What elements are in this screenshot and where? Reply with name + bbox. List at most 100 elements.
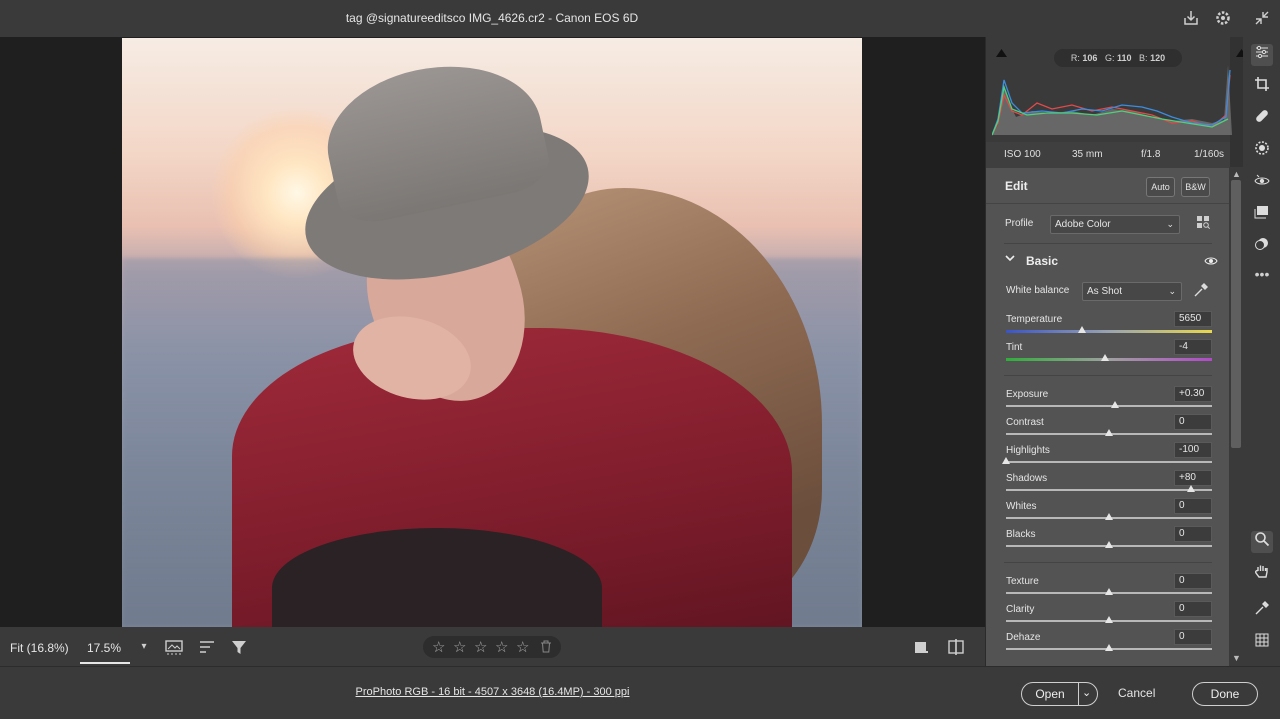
whites-value-field[interactable]: 0: [1174, 498, 1212, 514]
hand-icon[interactable]: [1251, 563, 1273, 585]
collapse-icon[interactable]: [1253, 9, 1271, 27]
profile-browser-icon[interactable]: [1192, 214, 1214, 236]
star-3-icon[interactable]: ☆: [474, 638, 487, 656]
exposure-slider[interactable]: Exposure +0.30: [1006, 386, 1212, 417]
photo-preview[interactable]: [122, 38, 862, 627]
eyedropper-icon[interactable]: [1193, 282, 1209, 303]
contrast-thumb[interactable]: [1105, 429, 1113, 436]
bw-button[interactable]: B&W: [1181, 177, 1210, 197]
temperature-thumb[interactable]: [1078, 326, 1087, 333]
panel-scrollbar[interactable]: ▲ ▼: [1229, 167, 1243, 666]
healing-icon[interactable]: [1251, 108, 1273, 130]
open-button[interactable]: Open ⌄: [1021, 682, 1098, 706]
tint-track[interactable]: [1006, 358, 1212, 361]
dehaze-thumb[interactable]: [1105, 644, 1113, 651]
blacks-value-field[interactable]: 0: [1174, 526, 1212, 542]
profile-dropdown[interactable]: Adobe Color ⌄: [1050, 215, 1180, 234]
temperature-value-field[interactable]: 5650: [1174, 311, 1212, 327]
profile-value: Adobe Color: [1055, 219, 1111, 230]
highlights-label: Highlights: [1006, 445, 1050, 456]
tint-slider[interactable]: Tint -4: [1006, 339, 1212, 370]
whites-slider[interactable]: Whites 0: [1006, 498, 1212, 529]
texture-slider[interactable]: Texture 0: [1006, 573, 1212, 604]
blacks-thumb[interactable]: [1105, 541, 1113, 548]
exposure-thumb[interactable]: [1111, 401, 1120, 408]
filmstrip-icon[interactable]: [164, 637, 184, 657]
clarity-thumb[interactable]: [1105, 616, 1113, 623]
sort-icon[interactable]: [197, 637, 217, 657]
dehaze-label: Dehaze: [1006, 632, 1041, 643]
redeye-icon[interactable]: [1251, 172, 1273, 194]
star-1-icon[interactable]: ☆: [432, 638, 445, 656]
blacks-label: Blacks: [1006, 529, 1036, 540]
before-after-split-icon[interactable]: [946, 637, 966, 657]
before-after-single-icon[interactable]: [911, 637, 931, 657]
fit-zoom-option[interactable]: Fit (16.8%): [10, 641, 69, 655]
visibility-eye-icon[interactable]: [1204, 254, 1218, 272]
chevron-down-icon: [1004, 252, 1016, 267]
shadows-thumb[interactable]: [1187, 485, 1196, 492]
exif-info: ISO 100 35 mm f/1.8 1/160s: [986, 142, 1230, 168]
chevron-down-icon[interactable]: ⌄: [1082, 686, 1091, 699]
highlights-track[interactable]: [1006, 461, 1212, 463]
whites-thumb[interactable]: [1105, 513, 1113, 520]
done-button[interactable]: Done: [1192, 682, 1258, 706]
auto-button[interactable]: Auto: [1146, 177, 1175, 197]
highlights-value-field[interactable]: -100: [1174, 442, 1212, 458]
color-sampler-icon[interactable]: [1251, 600, 1273, 622]
contrast-slider[interactable]: Contrast 0: [1006, 414, 1212, 445]
save-icon[interactable]: [1182, 9, 1200, 27]
white-balance-dropdown[interactable]: As Shot ⌄: [1082, 282, 1182, 301]
blacks-slider[interactable]: Blacks 0: [1006, 526, 1212, 557]
contrast-value-field[interactable]: 0: [1174, 414, 1212, 430]
white-balance-value: As Shot: [1087, 286, 1123, 297]
texture-thumb[interactable]: [1105, 588, 1113, 595]
shadows-slider[interactable]: Shadows +80: [1006, 470, 1212, 501]
chevron-down-icon[interactable]: ▾: [134, 637, 154, 657]
tint-value-field[interactable]: -4: [1174, 339, 1212, 355]
dehaze-slider[interactable]: Dehaze 0: [1006, 629, 1212, 660]
exif-focal: 35 mm: [1072, 149, 1103, 160]
cancel-button[interactable]: Cancel: [1118, 686, 1155, 700]
scrollbar-thumb[interactable]: [1231, 180, 1241, 448]
presets-icon[interactable]: [1251, 236, 1273, 258]
temperature-slider[interactable]: Temperature 5650: [1006, 311, 1212, 342]
clarity-slider[interactable]: Clarity 0: [1006, 601, 1212, 632]
shadows-track[interactable]: [1006, 489, 1212, 491]
workflow-options-link[interactable]: ProPhoto RGB - 16 bit - 4507 x 3648 (16.…: [0, 686, 985, 698]
edit-sliders-icon[interactable]: [1251, 44, 1273, 66]
temperature-label: Temperature: [1006, 314, 1063, 325]
zoom-value[interactable]: 17.5%: [87, 641, 121, 655]
shadows-value-field[interactable]: +80: [1174, 470, 1212, 486]
exposure-value-field[interactable]: +0.30: [1174, 386, 1212, 402]
highlights-slider[interactable]: Highlights -100: [1002, 442, 1212, 473]
exif-iso: ISO 100: [1004, 149, 1041, 160]
exif-aperture: f/1.8: [1141, 149, 1161, 160]
scroll-up-icon[interactable]: ▲: [1232, 169, 1241, 179]
more-icon[interactable]: •••: [1251, 263, 1273, 285]
basic-section-header[interactable]: Basic: [986, 245, 1230, 275]
crop-icon[interactable]: [1251, 76, 1273, 98]
temperature-track[interactable]: [1006, 330, 1212, 333]
open-label: Open: [1035, 687, 1065, 701]
gear-icon[interactable]: [1214, 9, 1232, 27]
rating-stars: ☆ ☆ ☆ ☆ ☆: [423, 636, 561, 658]
snapshots-icon[interactable]: [1251, 204, 1273, 226]
tint-thumb[interactable]: [1100, 354, 1109, 361]
highlights-thumb[interactable]: [1002, 457, 1010, 464]
scroll-down-icon[interactable]: ▼: [1232, 653, 1241, 663]
exposure-track[interactable]: [1006, 405, 1212, 407]
star-4-icon[interactable]: ☆: [495, 638, 508, 656]
filter-icon[interactable]: [229, 637, 249, 657]
star-5-icon[interactable]: ☆: [516, 638, 529, 656]
dehaze-value-field[interactable]: 0: [1174, 629, 1212, 645]
grid-icon[interactable]: [1251, 632, 1273, 654]
texture-value-field[interactable]: 0: [1174, 573, 1212, 589]
zoom-icon[interactable]: [1251, 531, 1273, 553]
window-title: tag @signatureeditsco IMG_4626.cr2 - Can…: [345, 11, 639, 25]
mask-icon[interactable]: [1251, 140, 1273, 162]
star-2-icon[interactable]: ☆: [453, 638, 466, 656]
clarity-value-field[interactable]: 0: [1174, 601, 1212, 617]
basic-title: Basic: [1026, 254, 1059, 268]
trash-icon[interactable]: [540, 640, 552, 656]
